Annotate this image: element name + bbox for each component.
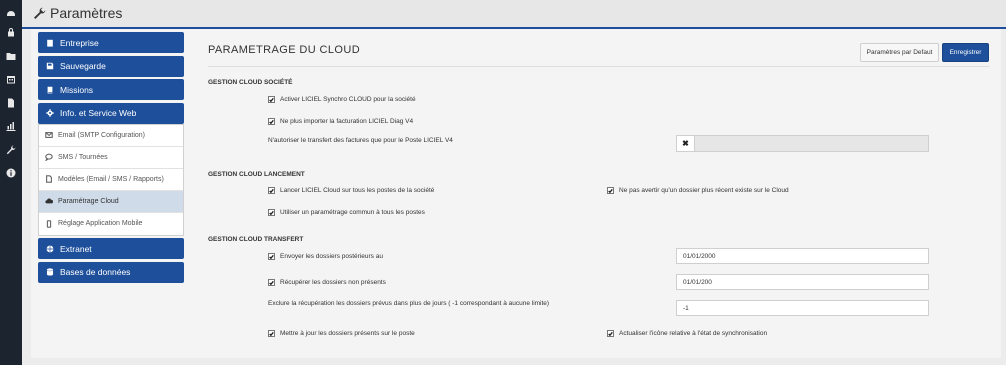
top-bar: Paramètres xyxy=(22,0,1006,29)
sidebar-submenu: Email (SMTP Configuration) SMS / Tournée… xyxy=(38,123,184,236)
checkbox-row: Utiliser un paramétrage commun à tous le… xyxy=(268,209,425,216)
checkbox-ne-plus-importer[interactable] xyxy=(268,118,275,125)
sidebar-item-label: Missions xyxy=(60,84,94,95)
checkbox-mettre-a-jour[interactable] xyxy=(268,330,275,337)
checkbox-row: Ne pas avertir qu'un dossier plus récent… xyxy=(607,187,789,194)
checkbox-row: Activer LICIEL Synchro CLOUD pour la soc… xyxy=(268,96,416,103)
checkbox-row: Lancer LICIEL Cloud sur tous les postes … xyxy=(268,187,434,194)
sidebar-subitem-label: Email (SMTP Configuration) xyxy=(58,131,146,139)
sidebar-item-missions[interactable]: Missions xyxy=(38,79,184,100)
checkbox-row: Mettre à jour les dossiers présents sur … xyxy=(268,330,415,337)
mobile-icon xyxy=(46,219,52,228)
sidebar-item-bases-de-donnees[interactable]: Bases de données xyxy=(38,261,184,283)
checkbox-recuperer-dossiers[interactable] xyxy=(268,279,275,286)
envelope-icon xyxy=(45,132,53,138)
divider xyxy=(208,66,989,67)
lock-icon[interactable] xyxy=(5,26,17,38)
page-title: PARAMETRAGE DU CLOUD xyxy=(208,44,361,56)
checkbox-envoyer-dossiers[interactable] xyxy=(268,253,275,260)
sidebar-subitem-email[interactable]: Email (SMTP Configuration) xyxy=(39,125,183,147)
info-icon[interactable] xyxy=(5,167,17,179)
field-label: N'autoriser le transfert des factures qu… xyxy=(268,137,453,144)
checkbox-label: Envoyer les dossiers postérieurs au xyxy=(280,253,383,260)
checkbox-label: Activer LICIEL Synchro CLOUD pour la soc… xyxy=(280,96,416,103)
sidebar-item-extranet[interactable]: Extranet xyxy=(38,238,184,259)
field-label: Exclure la récupération les dossiers pré… xyxy=(268,300,550,307)
poste-v4-selector[interactable]: ✖ xyxy=(676,135,929,152)
sidebar-subitem-reglage-mobile[interactable]: Réglage Application Mobile xyxy=(39,213,183,235)
date-envoyer-input[interactable]: 01/01/2000 xyxy=(676,248,929,264)
checkbox-label: Récupérer les dossiers non présents xyxy=(280,279,386,286)
chart-icon[interactable] xyxy=(5,120,17,132)
checkbox-row: Ne plus importer la facturation LICIEL D… xyxy=(268,118,413,125)
sidebar-subitem-modeles[interactable]: Modèles (Email / SMS / Rapports) xyxy=(39,169,183,191)
checkbox-label: Ne plus importer la facturation LICIEL D… xyxy=(280,118,414,125)
sidebar-item-label: Info. et Service Web xyxy=(60,108,137,118)
book-icon xyxy=(47,86,53,94)
checkbox-actualiser-icone[interactable] xyxy=(607,330,614,337)
settings-sidebar: Entreprise Sauvegarde Missions Info. et … xyxy=(38,32,184,285)
checkbox-row: Envoyer les dossiers postérieurs au xyxy=(268,253,383,260)
checkbox-activer-synchro[interactable] xyxy=(268,96,275,103)
sidebar-subitem-label: Réglage Application Mobile xyxy=(58,220,143,227)
sidebar-item-sauvegarde[interactable]: Sauvegarde xyxy=(38,55,184,77)
section-title-transfert: GESTION CLOUD TRANSFERT xyxy=(208,236,304,243)
checkbox-label: Actualiser l'icône relative à l'état de … xyxy=(619,330,768,337)
sidebar-item-entreprise[interactable]: Entreprise xyxy=(38,32,184,53)
field-label-row: N'autoriser le transfert des factures qu… xyxy=(268,137,453,144)
left-icon-rail xyxy=(0,0,22,365)
sidebar-item-label: Extranet xyxy=(60,243,92,254)
wrench-icon[interactable] xyxy=(5,144,17,156)
page-header: Paramètres xyxy=(33,5,122,21)
checkbox-label: Utiliser un paramétrage commun à tous le… xyxy=(280,209,425,216)
gear-icon xyxy=(46,109,54,117)
checkbox-label: Ne pas avertir qu'un dossier plus récent… xyxy=(619,187,789,194)
field-label-row: Exclure la récupération les dossiers pré… xyxy=(268,300,549,307)
dashboard-icon[interactable] xyxy=(5,7,17,19)
section-title-societe: GESTION CLOUD SOCIÉTÉ xyxy=(208,79,293,86)
jours-limite-input[interactable]: -1 xyxy=(676,300,929,316)
globe-icon xyxy=(46,245,54,252)
sidebar-subitem-label: Modèles (Email / SMS / Rapports) xyxy=(58,175,164,183)
date-recuperer-input[interactable]: 01/01/200 xyxy=(676,274,929,290)
clear-icon[interactable]: ✖ xyxy=(677,136,695,151)
default-settings-button[interactable]: Paramètres par Defaut xyxy=(860,43,939,62)
calendar-icon[interactable] xyxy=(5,73,17,85)
chat-icon xyxy=(45,153,53,161)
cloud-icon xyxy=(45,198,53,204)
checkbox-label: Mettre à jour les dossiers présents sur … xyxy=(280,330,415,337)
header-title: Paramètres xyxy=(50,5,123,21)
sidebar-item-label: Entreprise xyxy=(60,37,99,48)
file-icon xyxy=(46,175,52,183)
save-button[interactable]: Enregistrer xyxy=(942,43,989,62)
database-icon xyxy=(46,268,54,276)
checkbox-lancer-cloud[interactable] xyxy=(268,187,275,194)
folder-icon[interactable] xyxy=(5,50,17,62)
section-title-lancement: GESTION CLOUD LANCEMENT xyxy=(208,171,305,178)
checkbox-parametrage-commun[interactable] xyxy=(268,209,275,216)
checkbox-row: Récupérer les dossiers non présents xyxy=(268,279,386,286)
building-icon xyxy=(47,39,53,47)
sidebar-subitem-parametrage-cloud[interactable]: Paramétrage Cloud xyxy=(39,190,183,213)
sidebar-subitem-sms[interactable]: SMS / Tournées xyxy=(39,147,183,169)
checkbox-label: Lancer LICIEL Cloud sur tous les postes … xyxy=(280,187,435,194)
save-icon xyxy=(46,62,54,70)
sidebar-item-info-service-web[interactable]: Info. et Service Web xyxy=(38,102,184,124)
sidebar-subitem-label: SMS / Tournées xyxy=(58,153,108,161)
document-icon[interactable] xyxy=(5,97,17,109)
sidebar-item-label: Sauvegarde xyxy=(60,61,106,71)
checkbox-ne-pas-avertir[interactable] xyxy=(607,187,614,194)
checkbox-row: Actualiser l'icône relative à l'état de … xyxy=(607,330,767,337)
wrench-icon xyxy=(34,7,46,19)
sidebar-item-label: Bases de données xyxy=(60,267,131,277)
sidebar-subitem-label: Paramétrage Cloud xyxy=(58,197,119,205)
